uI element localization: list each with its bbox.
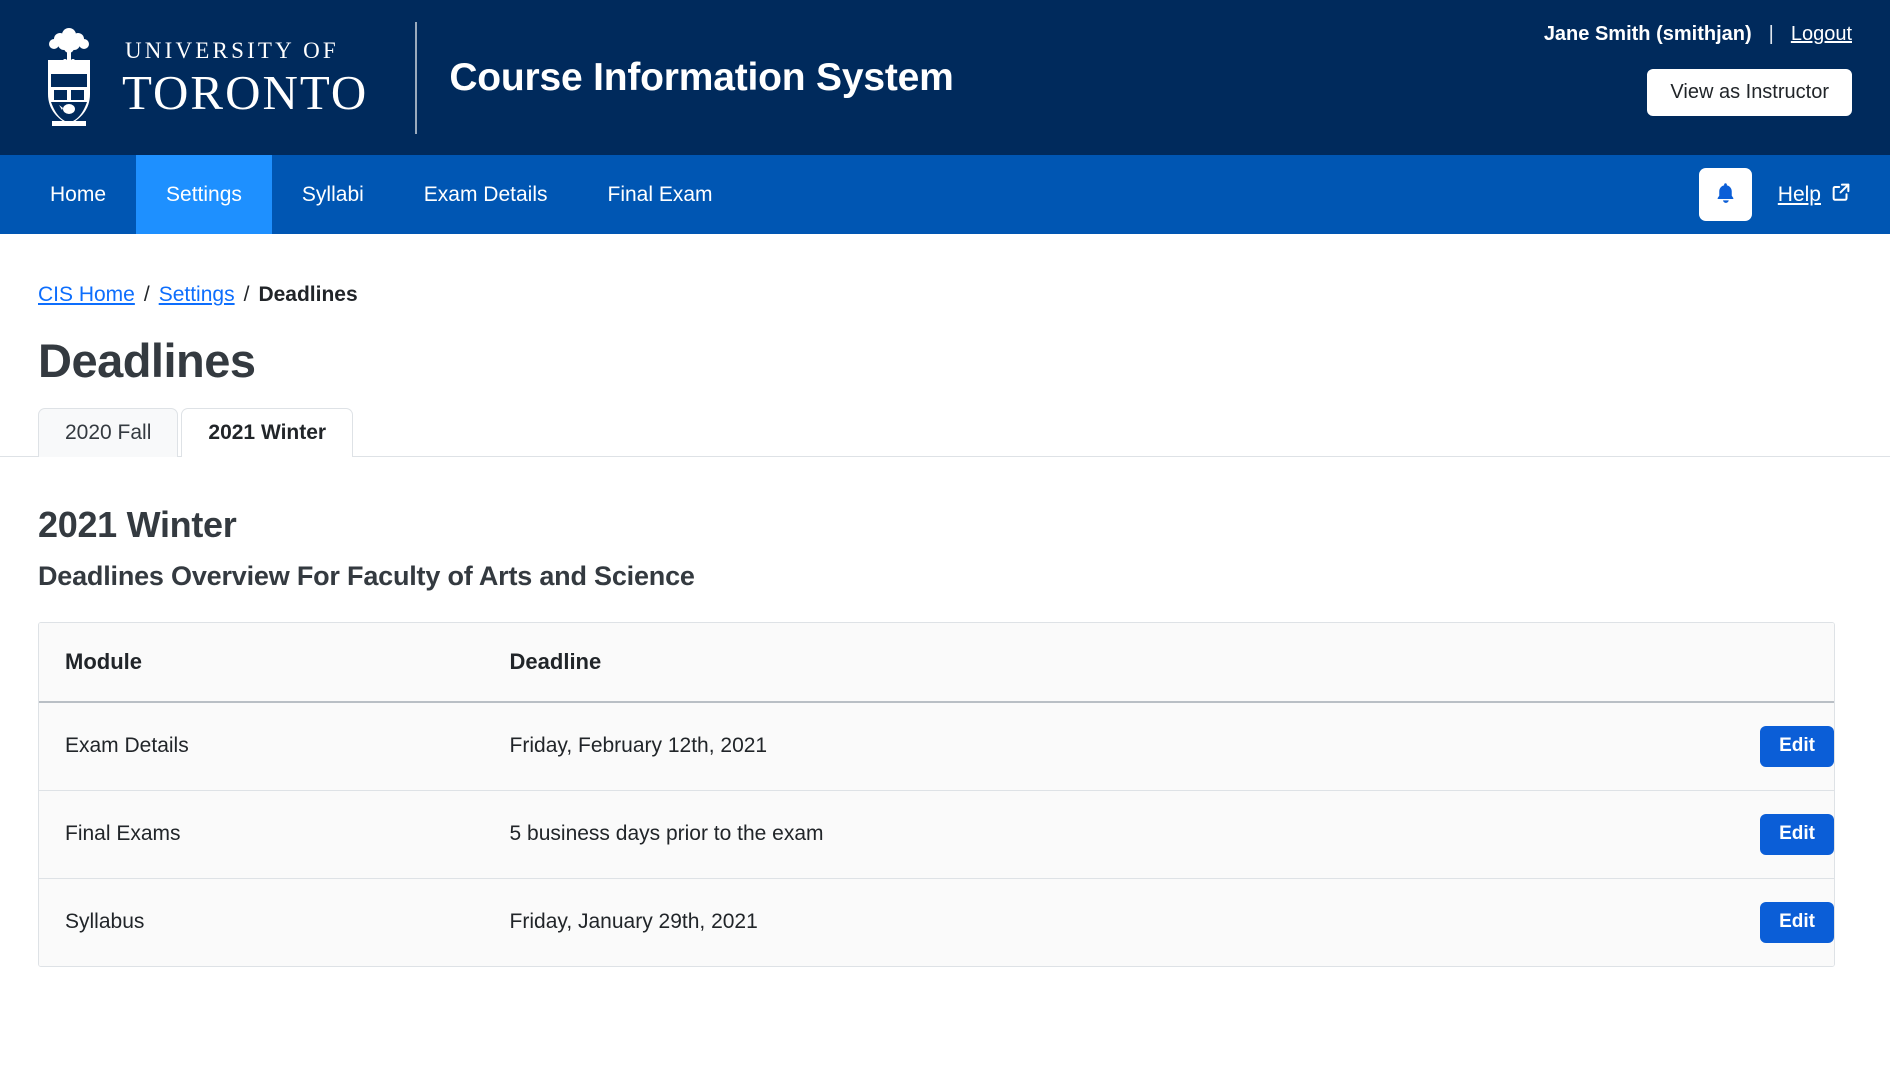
table-body: Exam Details Friday, February 12th, 2021… xyxy=(39,702,1834,966)
uoft-crest-icon xyxy=(38,22,100,134)
cell-deadline: Friday, January 29th, 2021 xyxy=(483,878,1638,966)
breadcrumb-item-deadlines: Deadlines xyxy=(258,283,358,306)
cell-deadline: 5 business days prior to the exam xyxy=(483,790,1638,879)
user-zone: Jane Smith (smithjan) | Logout View as I… xyxy=(1544,0,1852,155)
nav-item-home[interactable]: Home xyxy=(20,155,136,234)
cell-module: Syllabus xyxy=(39,878,484,966)
user-name: Jane Smith (smithjan) xyxy=(1543,23,1752,45)
nav-items: Home Settings Syllabi Exam Details Final… xyxy=(0,155,743,234)
cell-deadline: Friday, February 12th, 2021 xyxy=(483,702,1638,791)
site-masthead: UNIVERSITY OF TORONTO Course Information… xyxy=(0,0,1890,155)
deadlines-table: Module Deadline Exam Details Friday, Feb… xyxy=(39,623,1834,966)
column-header-module: Module xyxy=(39,623,484,703)
edit-button[interactable]: Edit xyxy=(1760,901,1834,943)
cell-action: Edit xyxy=(1637,790,1834,879)
page-title: Deadlines xyxy=(38,334,256,387)
tab-2021-winter[interactable]: 2021 Winter xyxy=(181,407,354,457)
table-row: Syllabus Friday, January 29th, 2021 Edit xyxy=(39,878,1834,966)
help-link[interactable]: Help xyxy=(1778,181,1852,208)
external-link-icon xyxy=(1830,181,1852,208)
breadcrumb-separator-2: / xyxy=(243,283,250,306)
university-wordmark: UNIVERSITY OF TORONTO xyxy=(122,39,368,117)
column-header-deadline: Deadline xyxy=(483,623,1638,703)
tab-2020-fall[interactable]: 2020 Fall xyxy=(38,407,179,457)
page-content: CIS Home / Settings / Deadlines Deadline… xyxy=(0,234,1890,967)
column-header-action xyxy=(1637,623,1834,703)
user-line: Jane Smith (smithjan) | Logout xyxy=(1544,23,1852,46)
cell-module: Final Exams xyxy=(39,790,484,879)
breadcrumb-item-cis-home[interactable]: CIS Home xyxy=(38,283,135,307)
app-title: Course Information System xyxy=(449,55,954,99)
wordmark-line-1: UNIVERSITY OF xyxy=(125,37,339,63)
help-label: Help xyxy=(1777,182,1821,206)
deadlines-table-container: Module Deadline Exam Details Friday, Feb… xyxy=(38,622,1835,967)
table-head: Module Deadline xyxy=(39,623,1834,703)
nav-item-syllabi[interactable]: Syllabi xyxy=(272,155,394,234)
section-subtitle: Deadlines Overview For Faculty of Arts a… xyxy=(38,561,695,591)
nav-item-final-exam[interactable]: Final Exam xyxy=(578,155,743,234)
cell-action: Edit xyxy=(1637,702,1834,791)
header-divider xyxy=(415,21,418,134)
logout-link[interactable]: Logout xyxy=(1791,23,1852,46)
nav-right-tools: Help xyxy=(1698,155,1890,234)
nav-item-settings[interactable]: Settings xyxy=(136,155,272,234)
term-tabs: 2020 Fall 2021 Winter xyxy=(0,407,1890,457)
edit-button[interactable]: Edit xyxy=(1760,813,1834,855)
primary-navbar: Home Settings Syllabi Exam Details Final… xyxy=(0,155,1890,234)
table-row: Final Exams 5 business days prior to the… xyxy=(39,790,1834,879)
edit-button[interactable]: Edit xyxy=(1760,726,1834,767)
view-as-instructor-button[interactable]: View as Instructor xyxy=(1647,69,1852,116)
table-row: Exam Details Friday, February 12th, 2021… xyxy=(39,702,1834,791)
breadcrumb: CIS Home / Settings / Deadlines xyxy=(38,234,1852,307)
breadcrumb-separator-1: / xyxy=(143,283,150,306)
cell-module: Exam Details xyxy=(39,702,484,791)
user-separator: | xyxy=(1768,23,1774,45)
university-brand: UNIVERSITY OF TORONTO xyxy=(0,0,368,155)
nav-item-exam-details[interactable]: Exam Details xyxy=(394,155,578,234)
cell-action: Edit xyxy=(1637,878,1834,966)
wordmark-line-2: TORONTO xyxy=(122,64,369,120)
bell-icon xyxy=(1713,181,1738,209)
section-title: 2021 Winter xyxy=(38,504,237,545)
table-header-row: Module Deadline xyxy=(39,623,1834,703)
breadcrumb-item-settings[interactable]: Settings xyxy=(159,283,235,307)
notifications-button[interactable] xyxy=(1698,168,1752,221)
